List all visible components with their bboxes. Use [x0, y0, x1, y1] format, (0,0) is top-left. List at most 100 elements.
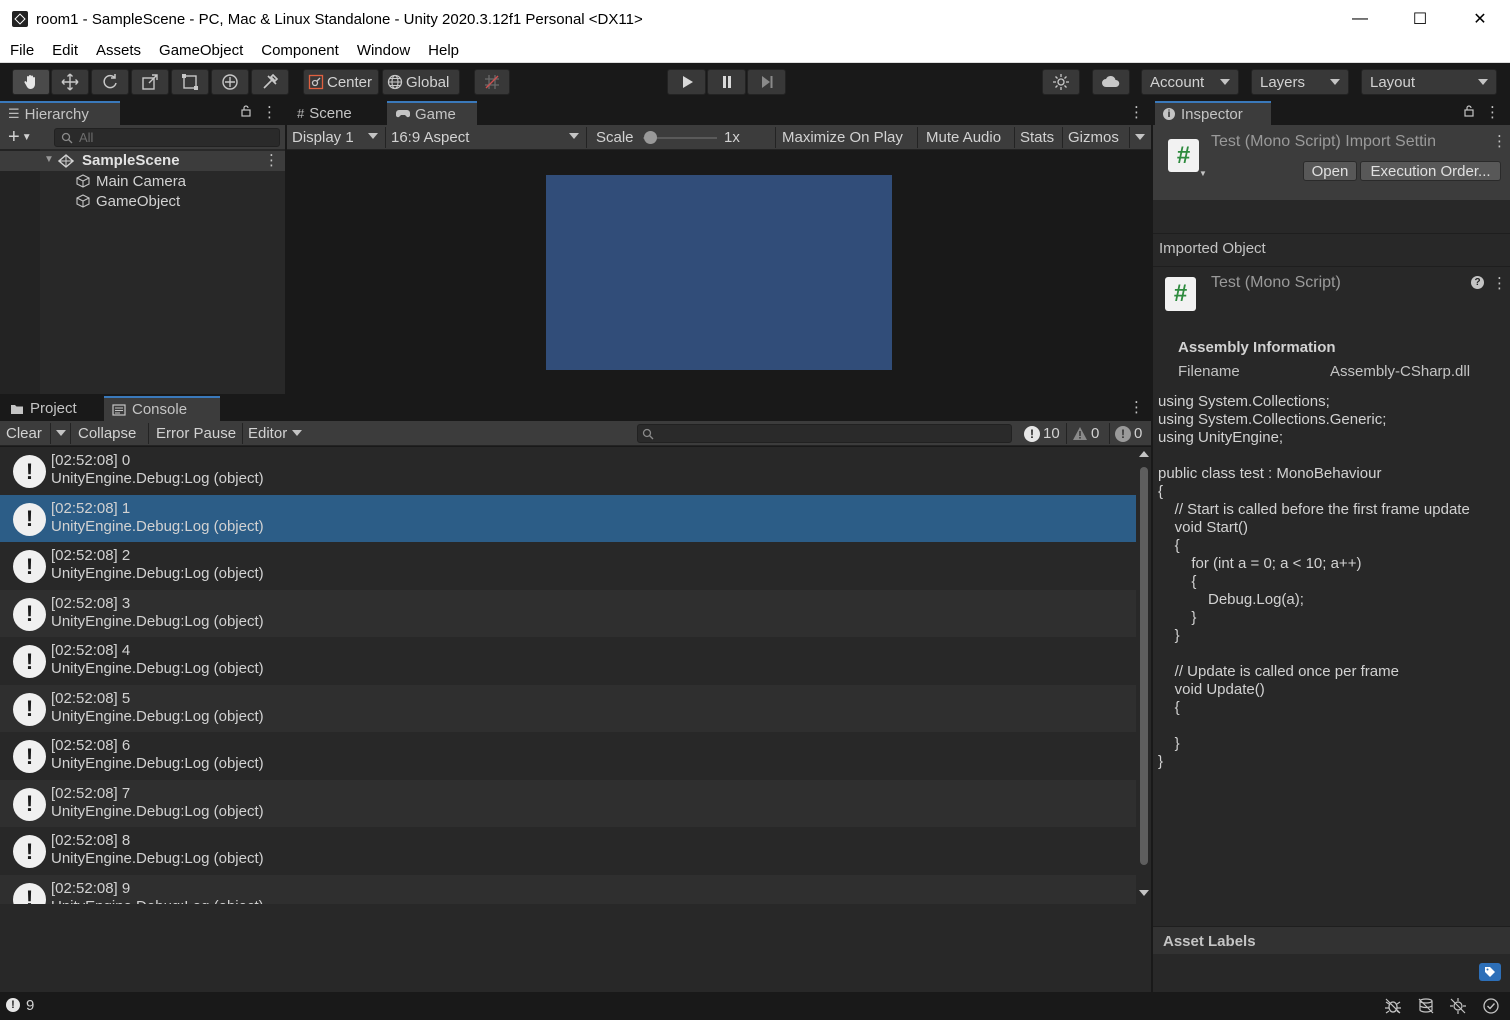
scroll-up-arrow-icon[interactable] [1139, 451, 1149, 457]
debug-bug-icon[interactable] [1384, 997, 1402, 1015]
gizmos-toggle[interactable]: Gizmos [1063, 125, 1119, 150]
status-message[interactable]: 9 [26, 997, 34, 1014]
header-more-menu-icon[interactable]: ⋮ [1492, 134, 1507, 150]
rect-tool-button[interactable] [171, 69, 209, 95]
scene-more-menu-icon[interactable]: ⋮ [264, 153, 279, 169]
asset-label-tag-button[interactable] [1479, 963, 1501, 981]
console-log-row[interactable]: ! [02:52:08] 5 UnityEngine.Debug:Log (obje… [0, 684, 1136, 732]
help-icon[interactable]: ? [1471, 276, 1484, 289]
progress-check-icon[interactable] [1482, 997, 1500, 1015]
scroll-down-arrow-icon[interactable] [1139, 890, 1149, 896]
layout-dropdown[interactable]: Layout [1361, 69, 1497, 95]
info-icon: i [1163, 108, 1175, 120]
custom-tools-button[interactable] [251, 69, 289, 95]
console-scrollbar[interactable] [1136, 447, 1151, 904]
open-button[interactable]: Open [1303, 161, 1357, 181]
menu-help[interactable]: Help [419, 42, 468, 59]
layout-label: Layout [1370, 73, 1416, 91]
console-log-row[interactable]: ! [02:52:08] 1 UnityEngine.Debug:Log (obje… [0, 494, 1136, 542]
gizmos-caret-down-icon[interactable] [1135, 134, 1145, 140]
auto-generate-lighting-icon[interactable] [1449, 997, 1467, 1015]
menu-file[interactable]: File [0, 42, 43, 59]
inspector-more-menu-icon[interactable]: ⋮ [1485, 105, 1500, 121]
caret-down-icon [368, 133, 378, 139]
warning-count-toggle[interactable]: 0 [1066, 421, 1099, 446]
stats-toggle[interactable]: Stats [1015, 125, 1054, 150]
menu-component[interactable]: Component [252, 42, 348, 59]
cache-server-icon[interactable] [1417, 997, 1435, 1015]
hierarchy-more-menu-icon[interactable]: ⋮ [262, 105, 277, 121]
game-render-canvas[interactable] [546, 175, 892, 370]
tab-inspector[interactable]: i Inspector [1155, 101, 1271, 125]
close-button[interactable]: ✕ [1450, 0, 1510, 38]
menu-gameobject[interactable]: GameObject [150, 42, 252, 59]
console-search-input[interactable] [637, 424, 1012, 443]
code-line: void Update() [1158, 681, 1265, 698]
tab-console[interactable]: Console [104, 396, 220, 421]
play-button[interactable] [667, 69, 706, 95]
scale-tool-button[interactable] [131, 69, 169, 95]
error-pause-toggle[interactable]: Error Pause [150, 421, 236, 446]
game-more-menu-icon[interactable]: ⋮ [1129, 105, 1144, 121]
services-button[interactable] [1042, 69, 1080, 95]
console-log-row[interactable]: ! [02:52:08] 7 UnityEngine.Debug:Log (obje… [0, 779, 1136, 827]
mute-audio-toggle[interactable]: Mute Audio [921, 125, 1001, 150]
unity-logo-icon [12, 11, 28, 27]
maximize-on-play-toggle[interactable]: Maximize On Play [777, 125, 903, 150]
global-local-toggle[interactable]: Global [382, 69, 460, 95]
console-more-menu-icon[interactable]: ⋮ [1129, 400, 1144, 416]
menu-window[interactable]: Window [348, 42, 419, 59]
collapse-toggle[interactable]: Collapse [72, 421, 136, 446]
console-log-row[interactable]: ! [02:52:08] 8 UnityEngine.Debug:Log (obje… [0, 827, 1136, 874]
tab-hierarchy[interactable]: ☰ Hierarchy [0, 101, 120, 125]
error-count-toggle[interactable]: ! 0 [1109, 421, 1142, 446]
tab-project[interactable]: Project [2, 396, 102, 421]
editor-label: Editor [248, 425, 288, 442]
maximize-button[interactable]: ☐ [1390, 0, 1450, 38]
editor-dropdown[interactable]: Editor [242, 421, 306, 446]
transform-tool-button[interactable] [211, 69, 249, 95]
log-info-icon: ! [13, 787, 46, 821]
code-line: { [1158, 483, 1164, 500]
tab-game[interactable]: Game [387, 101, 477, 125]
hierarchy-item-gameobject[interactable]: GameObject [76, 191, 180, 211]
rotate-tool-button[interactable] [91, 69, 129, 95]
scale-slider-handle[interactable] [644, 131, 657, 144]
hand-tool-button[interactable] [12, 69, 50, 95]
expand-triangle-icon[interactable]: ▼ [44, 154, 54, 165]
pivot-center-toggle[interactable]: Center [303, 69, 379, 95]
lock-icon[interactable] [1463, 105, 1475, 121]
account-dropdown[interactable]: Account [1141, 69, 1239, 95]
minimize-button[interactable]: — [1330, 0, 1390, 38]
move-tool-button[interactable] [51, 69, 89, 95]
console-log-row[interactable]: ! [02:52:08] 3 UnityEngine.Debug:Log (obje… [0, 589, 1136, 637]
script-more-menu-icon[interactable]: ⋮ [1492, 276, 1507, 292]
step-button[interactable] [747, 69, 786, 95]
aspect-dropdown[interactable]: 16:9 Aspect [386, 125, 585, 150]
hierarchy-item-main-camera[interactable]: Main Camera [76, 171, 186, 191]
cloud-button[interactable] [1092, 69, 1130, 95]
tab-scene[interactable]: # Scene [289, 101, 385, 125]
lock-icon[interactable] [240, 105, 252, 121]
menu-edit[interactable]: Edit [43, 42, 87, 59]
pause-button[interactable] [707, 69, 746, 95]
code-line: } [1158, 627, 1180, 644]
hierarchy-search-input[interactable]: All [54, 128, 280, 147]
execution-order-button[interactable]: Execution Order... [1360, 161, 1501, 181]
hierarchy-scene-row[interactable]: ▼ SampleScene ⋮ [0, 151, 285, 171]
console-log-row[interactable]: ! [02:52:08] 4 UnityEngine.Debug:Log (obje… [0, 637, 1136, 684]
console-log-row[interactable]: ! [02:52:08] 6 UnityEngine.Debug:Log (obje… [0, 732, 1136, 779]
console-log-row[interactable]: ! [02:52:08] 0 UnityEngine.Debug:Log (obje… [0, 447, 1136, 494]
create-add-button[interactable]: + ▼ [8, 127, 32, 148]
console-scroll-thumb[interactable] [1140, 467, 1148, 865]
info-count-toggle[interactable]: ! 10 [1018, 421, 1060, 446]
console-log-row[interactable]: ! [02:52:08] 2 UnityEngine.Debug:Log (obje… [0, 542, 1136, 589]
clear-options-caret-icon[interactable] [56, 430, 66, 436]
clear-button[interactable]: Clear [0, 421, 42, 446]
console-log-row[interactable]: ![02:52:08] 9UnityEngine.Debug:Log (obje… [0, 874, 1136, 904]
menu-assets[interactable]: Assets [87, 42, 150, 59]
snap-grid-button[interactable] [474, 69, 510, 95]
pivot-icon [308, 74, 324, 90]
layers-dropdown[interactable]: Layers [1251, 69, 1349, 95]
display-dropdown[interactable]: Display 1 [287, 125, 384, 150]
